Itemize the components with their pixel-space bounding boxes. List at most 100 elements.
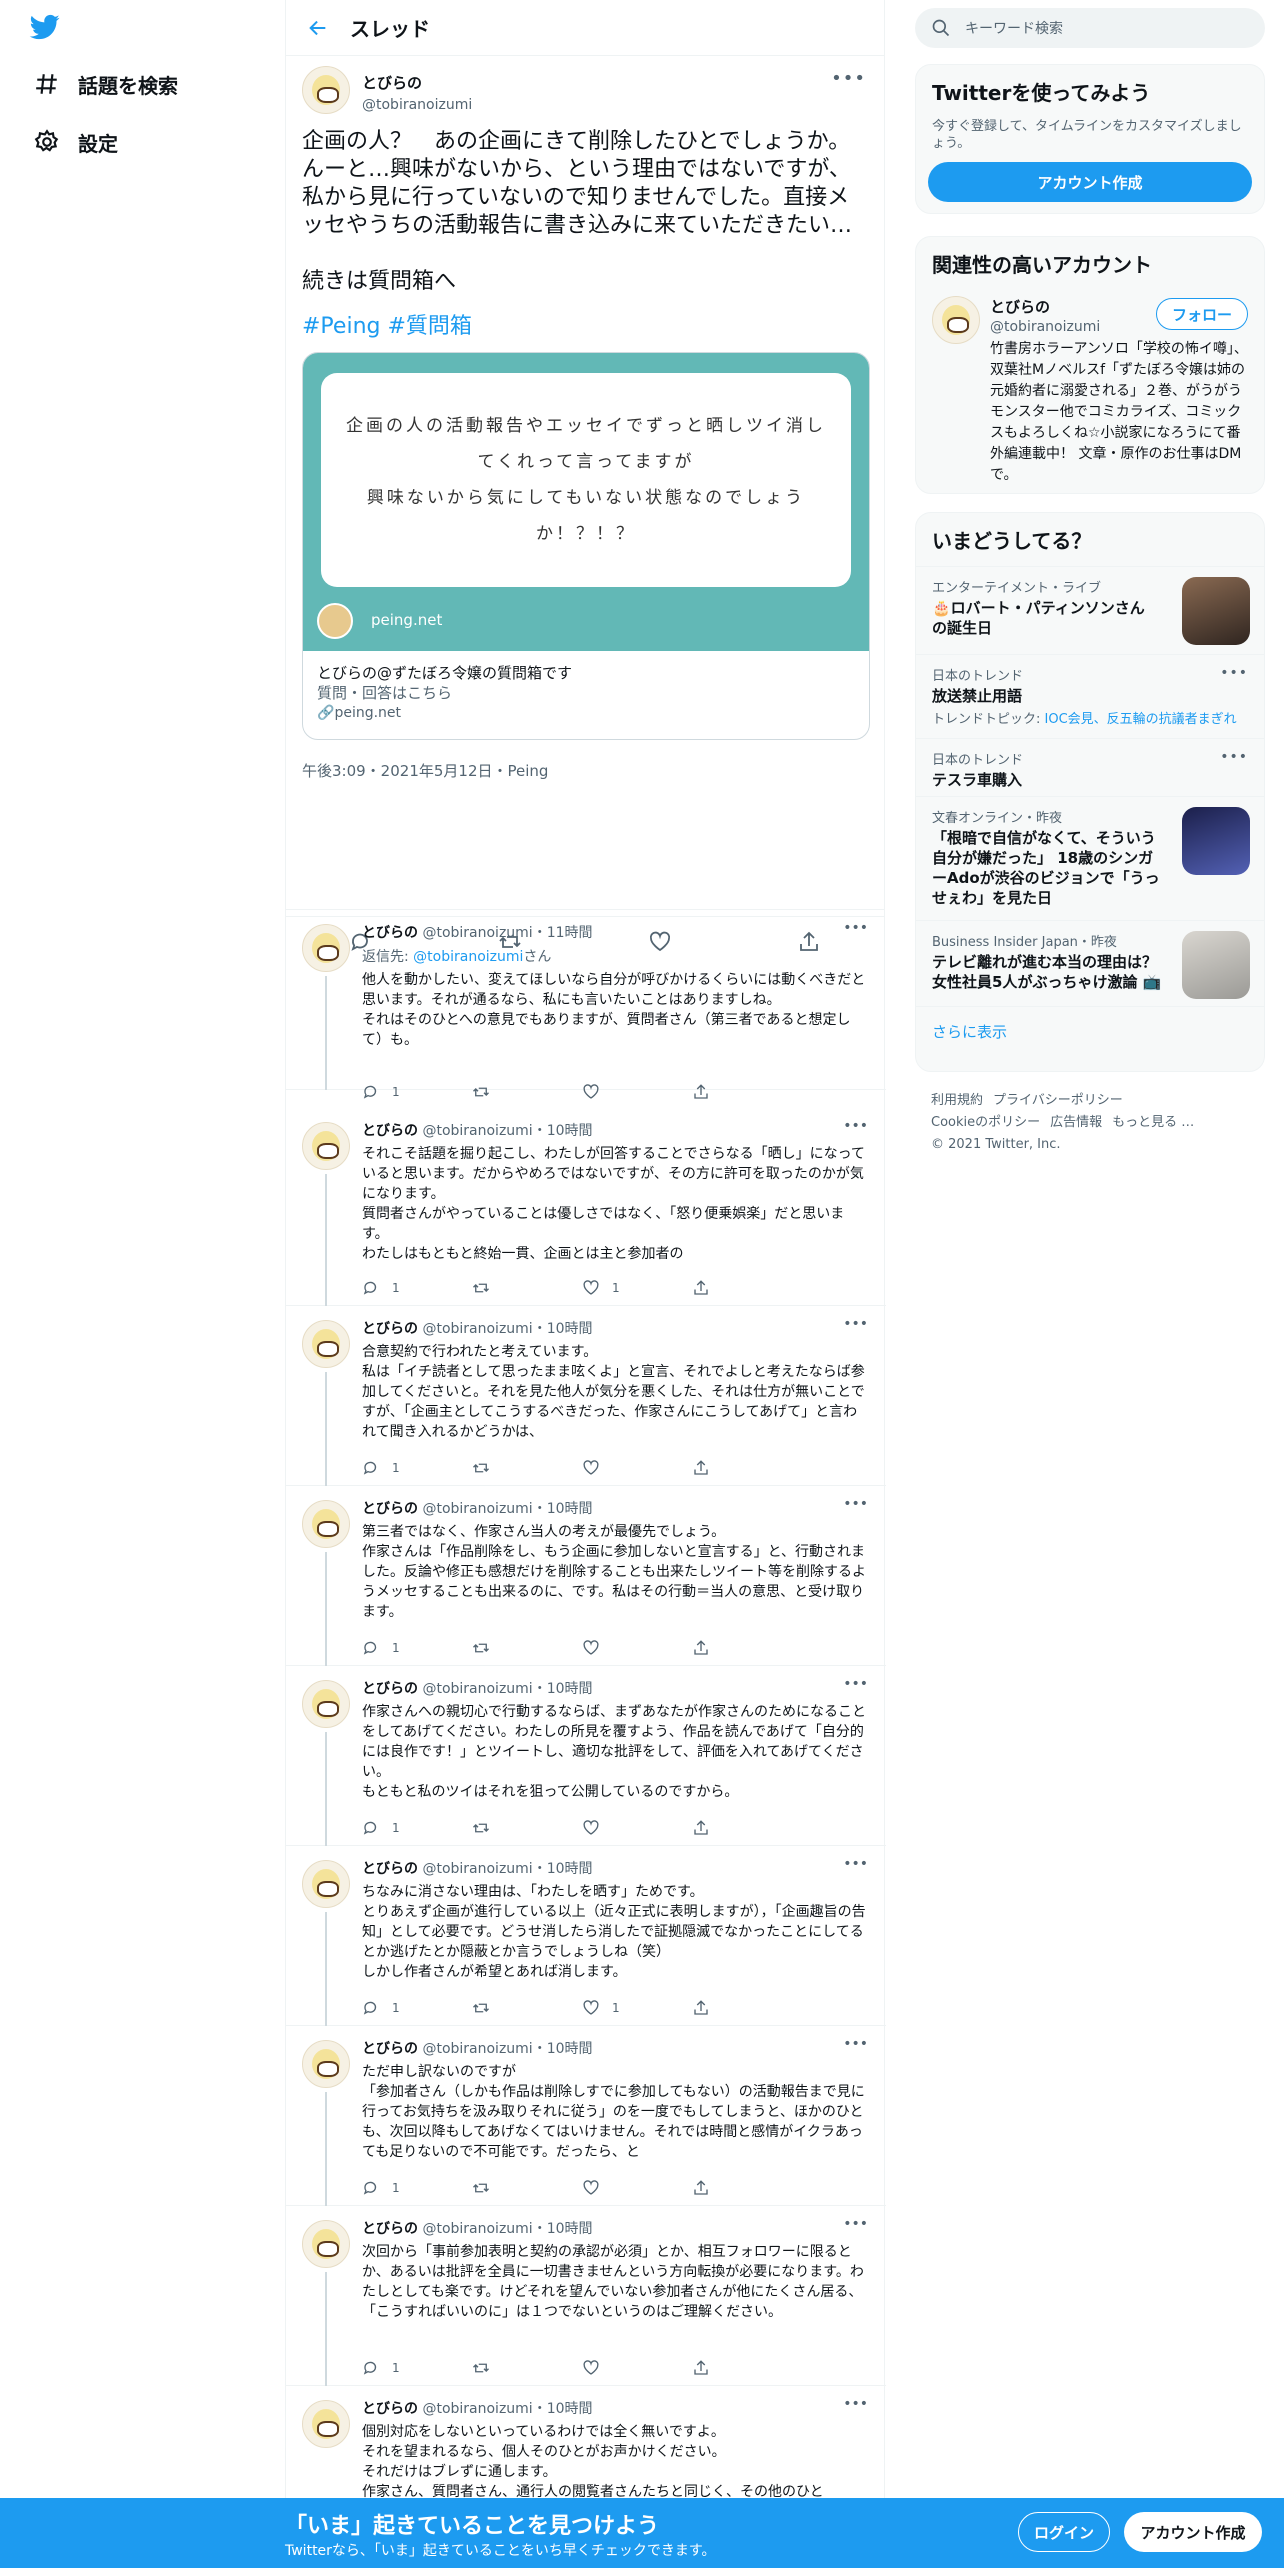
more-options-icon[interactable]: ••• (1220, 749, 1248, 765)
reply-tweet[interactable]: ••• とびらの @tobiranoizumi・10時間 ちなみに消さない理由は… (286, 1848, 886, 2026)
avatar[interactable] (302, 66, 350, 114)
footer-link[interactable]: 利用規約 (931, 1093, 983, 1108)
retweet-button[interactable] (472, 1083, 582, 1101)
reply-time[interactable]: 10時間 (547, 2221, 593, 2237)
avatar[interactable] (302, 2220, 350, 2268)
avatar[interactable] (302, 2400, 350, 2448)
share-button[interactable] (692, 1279, 802, 1297)
user-handle[interactable]: @tobiranoizumi (422, 2401, 532, 2417)
footer-link[interactable]: プライバシーポリシー (993, 1093, 1123, 1108)
hashtag-links[interactable]: #Peing #質問箱 (302, 308, 868, 340)
footer-link[interactable]: 広告情報 (1050, 1115, 1102, 1130)
reply-button[interactable]: 1 (362, 1279, 472, 1297)
user-handle[interactable]: @tobiranoizumi (422, 2221, 532, 2237)
display-name[interactable]: とびらの (362, 72, 472, 93)
reply-tweet[interactable]: ••• とびらの @tobiranoizumi・10時間 ただ申し訳ないのですが… (286, 2028, 886, 2206)
reply-tweet[interactable]: ••• とびらの @tobiranoizumi・10時間 第三者ではなく、作家さ… (286, 1488, 886, 1666)
nav-explore[interactable]: 話題を検索 (32, 64, 178, 104)
search-input[interactable]: キーワード検索 (915, 8, 1265, 48)
like-button[interactable]: 1 (582, 1279, 692, 1297)
avatar[interactable] (302, 1320, 350, 1368)
display-name[interactable]: とびらの (362, 2401, 418, 2417)
retweet-button[interactable] (472, 2179, 582, 2197)
like-button[interactable] (582, 1083, 692, 1101)
trend-item[interactable]: 文春オンライン・昨夜 「根暗で自信がなくて、そういう自分が嫌だった」 18歳のシ… (916, 796, 1264, 920)
more-options-icon[interactable]: ••• (831, 68, 866, 89)
reply-time[interactable]: 10時間 (547, 2041, 593, 2057)
link-card[interactable]: 企画の人の活動報告やエッセイでずっと晒しツイ消してくれって言ってますが 興味ない… (302, 352, 870, 740)
user-handle[interactable]: @tobiranoizumi (422, 925, 532, 941)
share-button[interactable] (692, 2359, 802, 2377)
reply-tweet[interactable]: ••• とびらの @tobiranoizumi・10時間 作家さんへの親切心で行… (286, 1668, 886, 1846)
like-button[interactable] (582, 2179, 692, 2197)
show-more-link[interactable]: さらに表示 (916, 1006, 1264, 1056)
avatar[interactable] (302, 2040, 350, 2088)
display-name[interactable]: とびらの (362, 925, 418, 941)
user-handle[interactable]: @tobiranoizumi (422, 1501, 532, 1517)
trend-topic-links[interactable]: IOC会見、反五輪の抗議者まぎれ (1045, 712, 1237, 727)
share-button[interactable] (692, 2179, 802, 2197)
twitter-logo-icon[interactable] (28, 12, 68, 44)
retweet-button[interactable] (472, 1279, 582, 1297)
trend-item[interactable]: 日本のトレンド テスラ車購入 ••• (916, 738, 1264, 796)
reply-tweet[interactable]: ••• とびらの @tobiranoizumi・10時間 合意契約で行われたと考… (286, 1308, 886, 1486)
display-name[interactable]: とびらの (362, 1861, 418, 1877)
share-button[interactable] (692, 1639, 802, 1657)
retweet-button[interactable] (472, 1999, 582, 2017)
user-handle[interactable]: @tobiranoizumi (422, 1321, 532, 1337)
reply-tweet[interactable]: ••• とびらの @tobiranoizumi・10時間 次回から「事前参加表明… (286, 2208, 886, 2386)
like-button[interactable] (582, 1819, 692, 1837)
avatar[interactable] (302, 1680, 350, 1728)
user-handle[interactable]: @tobiranoizumi (422, 1681, 532, 1697)
retweet-button[interactable] (472, 1819, 582, 1837)
display-name[interactable]: とびらの (362, 1501, 418, 1517)
user-handle[interactable]: @tobiranoizumi (422, 2041, 532, 2057)
avatar[interactable] (302, 1500, 350, 1548)
display-name[interactable]: とびらの (362, 2041, 418, 2057)
reply-time[interactable]: 10時間 (547, 1321, 593, 1337)
share-button[interactable] (692, 1083, 802, 1101)
footer-link[interactable]: Cookieのポリシー (931, 1115, 1040, 1130)
back-button[interactable] (290, 0, 346, 56)
retweet-button[interactable] (472, 2359, 582, 2377)
reply-button[interactable]: 1 (362, 1999, 472, 2017)
share-button[interactable] (692, 1459, 802, 1477)
reply-to-handle[interactable]: @tobiranoizumi (413, 949, 523, 965)
reply-time[interactable]: 10時間 (547, 1123, 593, 1139)
reply-time[interactable]: 10時間 (547, 1681, 593, 1697)
avatar[interactable] (302, 1860, 350, 1908)
user-handle[interactable]: @tobiranoizumi (422, 1861, 532, 1877)
reply-time[interactable]: 10時間 (547, 1861, 593, 1877)
trend-item[interactable]: エンターテイメント・ライブ 🎂ロバート・パティンソンさんの誕生日 (916, 566, 1264, 654)
share-button[interactable] (692, 1999, 802, 2017)
reply-button[interactable]: 1 (362, 1639, 472, 1657)
login-button[interactable]: ログイン (1018, 2512, 1110, 2552)
reply-tweet[interactable]: ••• とびらの @tobiranoizumi・10時間 それこそ話題を掘り起こ… (286, 1110, 886, 1306)
like-button[interactable] (582, 2359, 692, 2377)
avatar[interactable] (302, 1122, 350, 1170)
user-handle[interactable]: @tobiranoizumi (362, 97, 472, 113)
trend-item[interactable]: 日本のトレンド 放送禁止用語 トレンドトピック: IOC会見、反五輪の抗議者まぎ… (916, 654, 1264, 738)
tweet-timestamp[interactable]: 午後3:09・2021年5月12日・Peing (302, 760, 868, 781)
display-name[interactable]: とびらの (362, 1681, 418, 1697)
reply-button[interactable]: 1 (362, 2179, 472, 2197)
more-options-icon[interactable]: ••• (1220, 665, 1248, 681)
avatar[interactable] (302, 924, 350, 972)
retweet-button[interactable] (472, 1459, 582, 1477)
trend-item[interactable]: Business Insider Japan・昨夜 テレビ離れが進む本当の理由は… (916, 920, 1264, 1006)
like-button[interactable] (582, 1459, 692, 1477)
reply-time[interactable]: 10時間 (547, 1501, 593, 1517)
reply-button[interactable]: 1 (362, 2359, 472, 2377)
reply-time[interactable]: 11時間 (547, 925, 593, 941)
display-name[interactable]: とびらの (362, 2221, 418, 2237)
signup-button[interactable]: アカウント作成 (1124, 2512, 1262, 2552)
user-handle[interactable]: @tobiranoizumi (422, 1123, 532, 1139)
display-name[interactable]: とびらの (362, 1321, 418, 1337)
follow-button[interactable]: フォロー (1156, 298, 1248, 330)
reply-time[interactable]: 10時間 (547, 2401, 593, 2417)
avatar[interactable] (932, 296, 980, 344)
share-button[interactable] (692, 1819, 802, 1837)
retweet-button[interactable] (472, 1639, 582, 1657)
nav-settings[interactable]: 設定 (32, 122, 118, 162)
like-button[interactable] (582, 1639, 692, 1657)
